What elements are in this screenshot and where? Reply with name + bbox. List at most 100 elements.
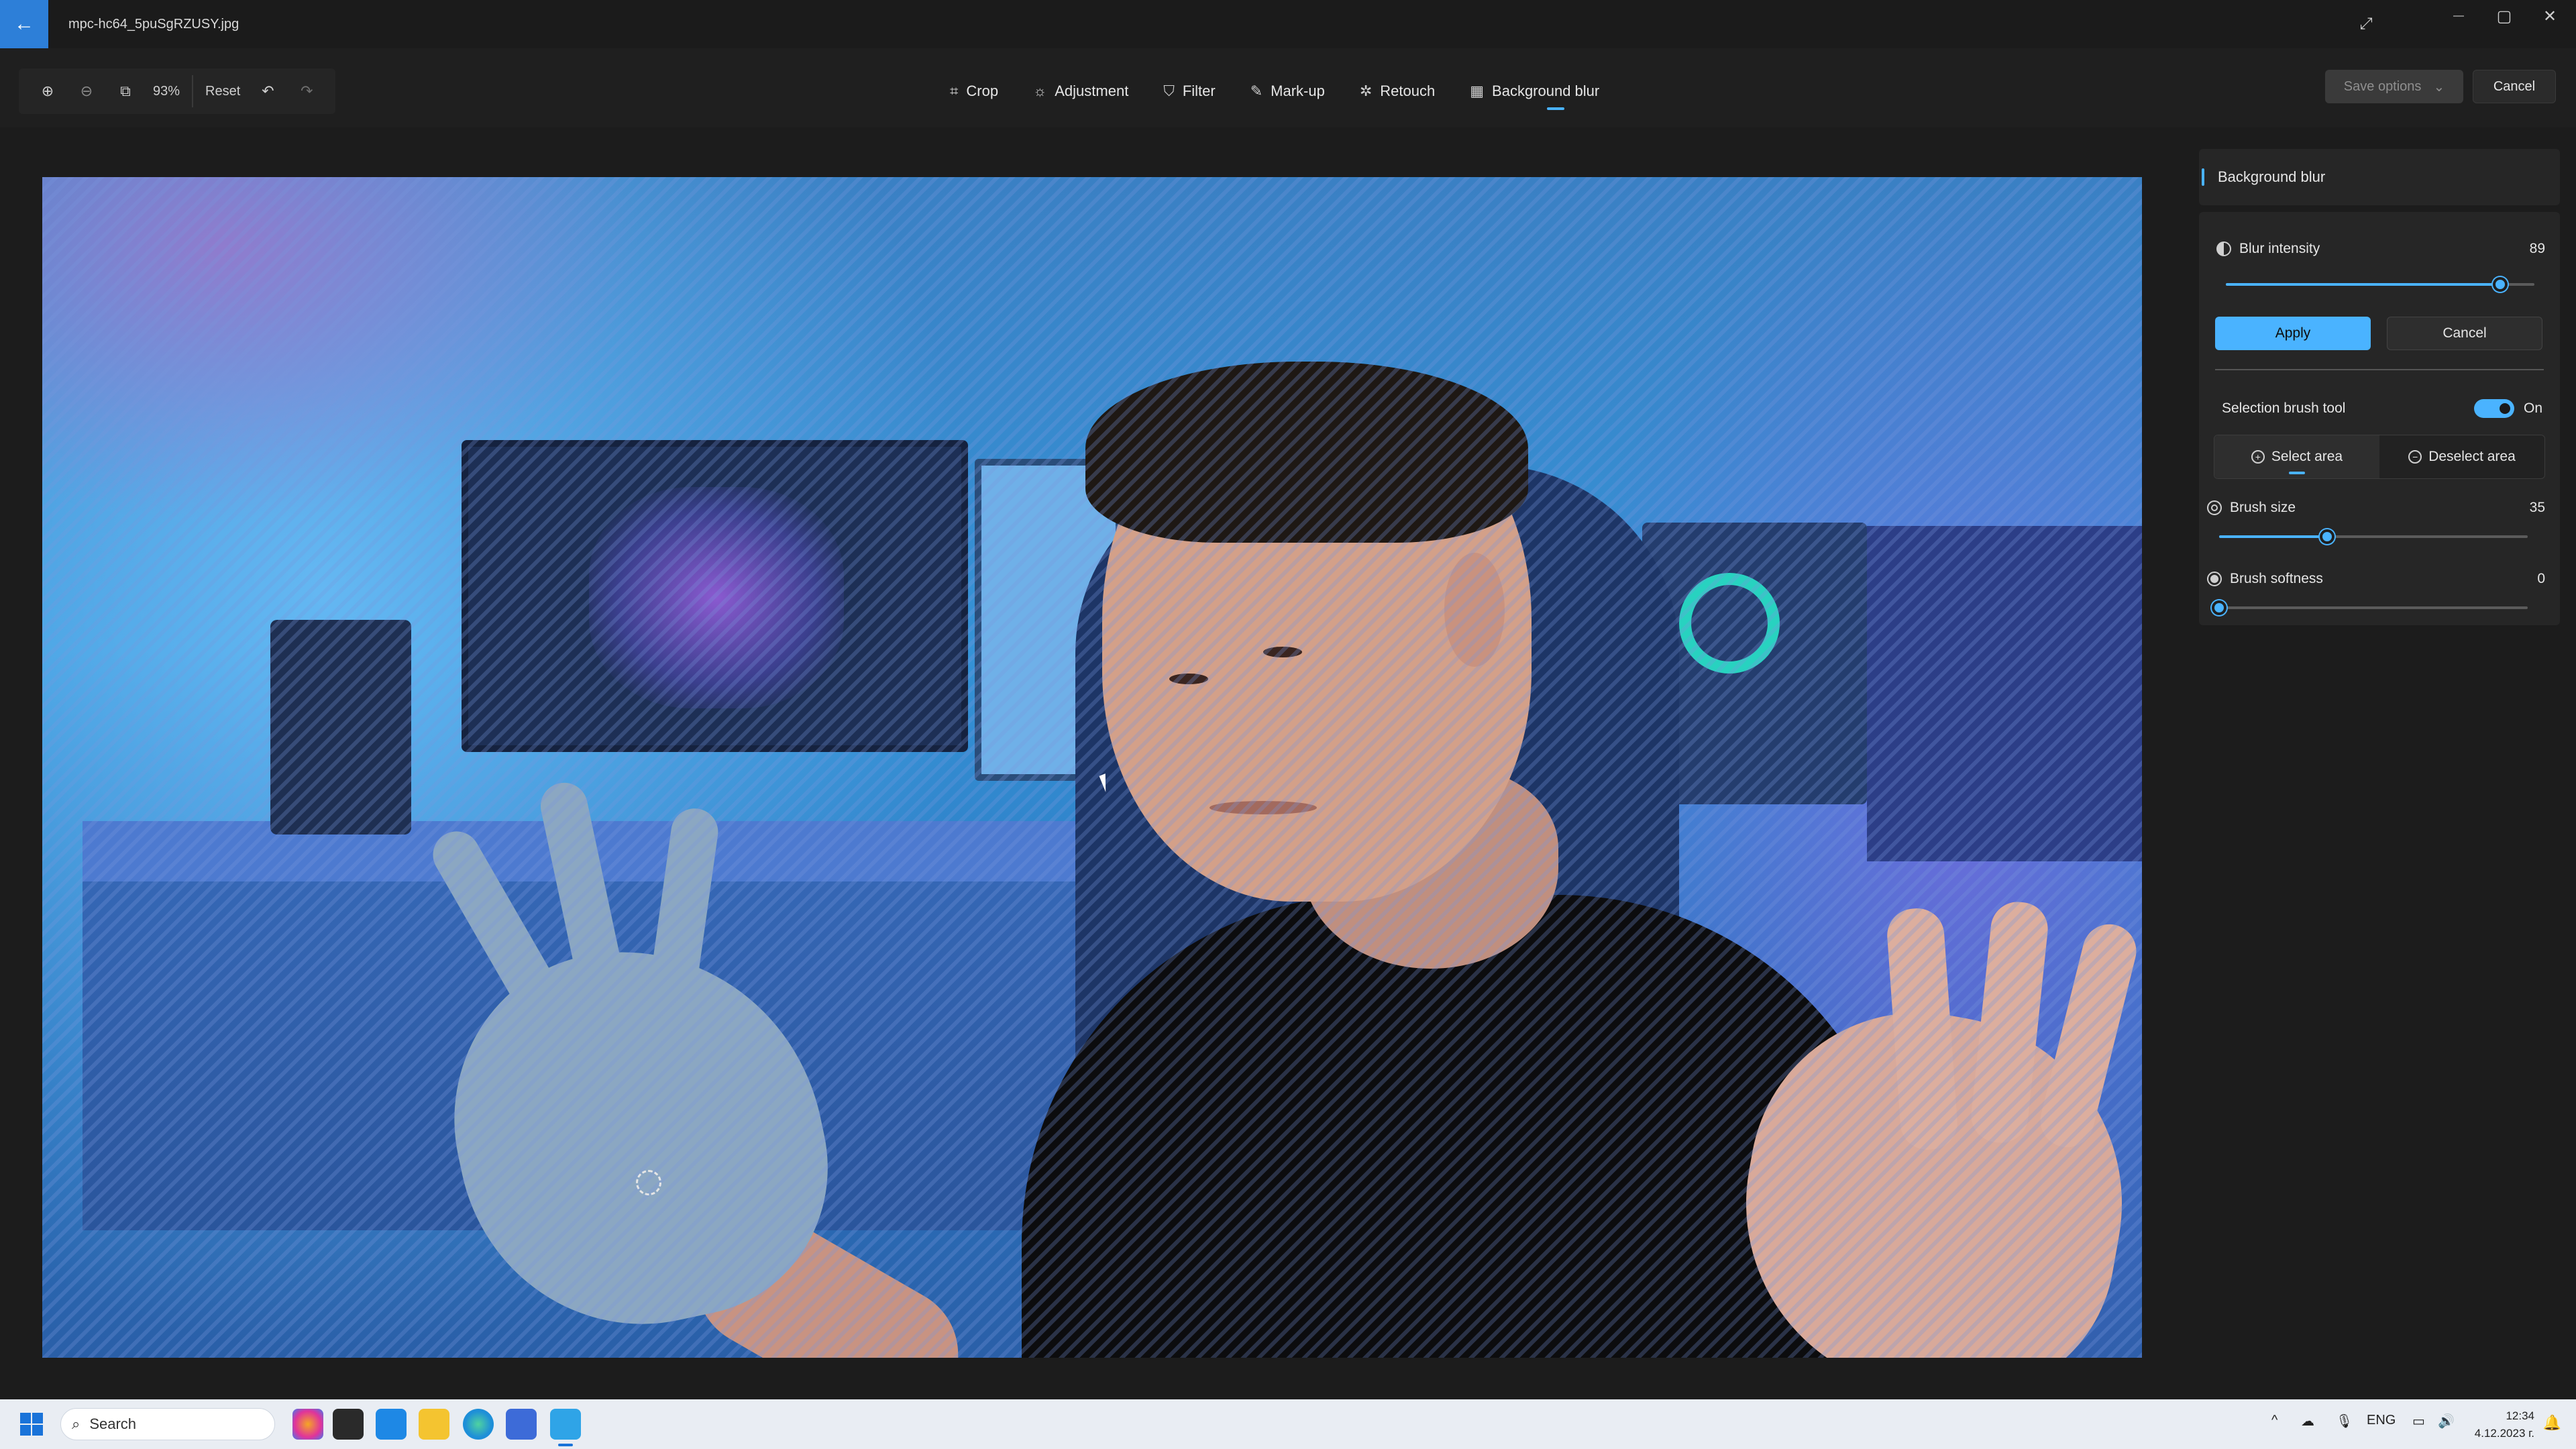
tool-background-blur-label: Background blur: [1492, 83, 1600, 99]
back-arrow-icon: ←: [14, 13, 34, 35]
panel-divider: [2215, 369, 2544, 370]
deselect-area-button[interactable]: − Deselect area: [2379, 435, 2544, 478]
undo-button[interactable]: ↶: [248, 68, 287, 114]
back-button[interactable]: ←: [0, 0, 48, 48]
chevron-down-icon: ⌄: [2433, 79, 2445, 95]
windows-logo-icon: [20, 1425, 31, 1436]
panel-cancel-button[interactable]: Cancel: [2387, 317, 2542, 350]
store-icon[interactable]: [506, 1409, 537, 1440]
select-area-label: Select area: [2271, 449, 2343, 464]
zoom-out-button[interactable]: ⊖: [67, 68, 106, 114]
minimize-button[interactable]: —: [2436, 0, 2481, 32]
zoom-out-icon: ⊖: [80, 83, 93, 99]
tool-filter[interactable]: ⛉ Filter: [1146, 68, 1232, 114]
fit-to-window-button[interactable]: ⧉: [106, 68, 145, 114]
copilot-icon[interactable]: [292, 1409, 323, 1440]
deselect-area-label: Deselect area: [2428, 449, 2516, 464]
brush-size-label: Brush size: [2230, 500, 2296, 515]
tool-adjustment[interactable]: ☼ Adjustment: [1016, 68, 1146, 114]
file-explorer-icon[interactable]: [419, 1409, 449, 1440]
tray-overflow-icon[interactable]: ^: [2271, 1413, 2277, 1428]
tool-retouch[interactable]: ✲ Retouch: [1342, 68, 1452, 114]
clock-time: 12:34: [2506, 1409, 2534, 1422]
apply-button[interactable]: Apply: [2215, 317, 2371, 350]
retouch-icon: ✲: [1359, 83, 1373, 99]
panel-header: Background blur: [2199, 149, 2560, 205]
tool-retouch-label: Retouch: [1380, 83, 1436, 99]
search-placeholder: Search: [89, 1415, 137, 1432]
brush-softness-row: Brush softness 0: [2199, 569, 2560, 589]
brush-size-icon: [2207, 500, 2222, 515]
onedrive-icon[interactable]: ☁: [2301, 1413, 2314, 1430]
maximize-button[interactable]: ▢: [2482, 0, 2526, 32]
zoom-level[interactable]: 93%: [145, 84, 188, 99]
undo-icon: ↶: [262, 83, 274, 99]
blur-intensity-fill: [2226, 283, 2501, 286]
tool-background-blur[interactable]: ▦ Background blur: [1452, 68, 1617, 114]
zoom-in-button[interactable]: ⊕: [28, 68, 67, 114]
windows-logo-icon: [32, 1425, 43, 1436]
selection-brush-state: On: [2523, 400, 2542, 416]
tool-crop[interactable]: ⌗ Crop: [932, 68, 1016, 114]
windows-logo-icon: [20, 1413, 31, 1424]
network-icon[interactable]: ▭: [2412, 1413, 2425, 1430]
selection-brush-label: Selection brush tool: [2222, 400, 2346, 416]
brush-cursor-circle: [636, 1170, 661, 1195]
brush-size-fill: [2219, 535, 2327, 538]
active-app-indicator: [558, 1444, 573, 1446]
select-area-button[interactable]: + Select area: [2214, 435, 2379, 478]
save-options-label: Save options: [2343, 78, 2422, 94]
crop-icon: ⌗: [950, 83, 959, 99]
title-bar: ← mpc-hc64_5puSgRZUSY.jpg ⤢ — ▢ ✕: [0, 0, 2576, 48]
reset-button[interactable]: Reset: [197, 84, 248, 99]
microphone-icon[interactable]: 🎙: [2336, 1413, 2353, 1430]
deselect-minus-icon: −: [2408, 450, 2422, 464]
filter-icon: ⛉: [1163, 83, 1175, 99]
panel-title: Background blur: [2218, 168, 2326, 185]
select-plus-icon: +: [2251, 450, 2265, 464]
background-blur-panel: Background blur Blur intensity 89 Apply …: [2184, 127, 2576, 1399]
toolbar-cancel-button[interactable]: Cancel: [2473, 70, 2556, 103]
brush-softness-value: 0: [2537, 571, 2545, 586]
brush-softness-thumb[interactable]: [2212, 600, 2226, 615]
brush-softness-icon: [2207, 572, 2222, 586]
edge-browser-icon[interactable]: [463, 1409, 494, 1440]
tool-crop-label: Crop: [966, 83, 999, 99]
terminal-icon[interactable]: [333, 1409, 364, 1440]
start-button[interactable]: [20, 1413, 43, 1436]
selection-mode-toggle: + Select area − Deselect area: [2214, 435, 2545, 479]
taskbar: ⌕ Search ^ ☁ 🎙 ENG ▭ 🔊 12:34 4.12.2023 г…: [0, 1399, 2576, 1449]
zoom-controls: ⊕ ⊖ ⧉ 93% Reset ↶ ↷: [19, 68, 336, 114]
fullscreen-button[interactable]: ⤢: [2344, 8, 2388, 40]
tool-markup[interactable]: ✎ Mark-up: [1233, 68, 1342, 114]
blur-intensity-row: Blur intensity 89: [2199, 239, 2560, 259]
close-button[interactable]: ✕: [2528, 0, 2572, 32]
adjustment-icon: ☼: [1033, 83, 1047, 99]
edit-tools: ⌗ Crop ☼ Adjustment ⛉ Filter ✎ Mark-up ✲…: [932, 68, 1617, 114]
system-clock[interactable]: 12:34 4.12.2023 г.: [2475, 1407, 2534, 1442]
photos-app-icon[interactable]: [550, 1409, 581, 1440]
blur-intensity-thumb[interactable]: [2493, 277, 2508, 292]
selection-brush-toggle[interactable]: [2474, 399, 2514, 418]
volume-icon[interactable]: 🔊: [2438, 1413, 2455, 1430]
blur-intensity-slider[interactable]: [2226, 277, 2534, 292]
brush-softness-slider[interactable]: [2212, 600, 2528, 615]
editor-toolbar: ⊕ ⊖ ⧉ 93% Reset ↶ ↷ ⌗ Crop ☼ Adjustment …: [0, 48, 2576, 127]
widgets-icon[interactable]: [376, 1409, 407, 1440]
minimize-icon: —: [2453, 10, 2464, 21]
save-options-button[interactable]: Save options ⌄: [2325, 70, 2463, 103]
taskbar-search[interactable]: ⌕ Search: [60, 1408, 275, 1440]
notification-bell-icon[interactable]: 🔔: [2543, 1414, 2561, 1432]
language-indicator[interactable]: ENG: [2367, 1413, 2396, 1428]
brush-size-thumb[interactable]: [2320, 529, 2334, 544]
tool-filter-label: Filter: [1182, 83, 1216, 99]
brush-settings: + Select area − Deselect area Brush size…: [2199, 435, 2560, 625]
redo-icon: ↷: [301, 83, 313, 99]
brush-size-slider[interactable]: [2219, 529, 2528, 544]
photo[interactable]: [42, 177, 2142, 1358]
header-accent: [2202, 168, 2204, 186]
redo-button[interactable]: ↷: [287, 68, 326, 114]
tool-adjustment-label: Adjustment: [1055, 83, 1129, 99]
blur-intensity-value: 89: [2529, 241, 2545, 256]
background-blur-icon: ▦: [1470, 83, 1485, 99]
